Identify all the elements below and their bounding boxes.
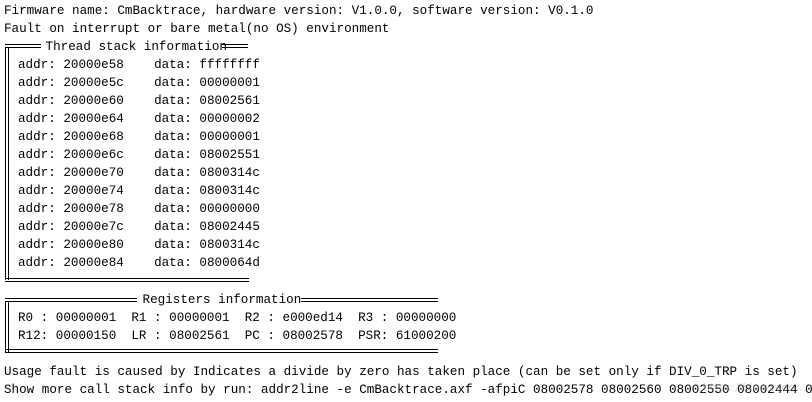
stack-row: addr: 20000e60 data: 08002561 (18, 92, 260, 110)
data-label: data: (154, 202, 192, 216)
data-label: data: (154, 256, 192, 270)
fault-environment-line: Fault on interrupt or bare metal(no OS) … (4, 22, 390, 36)
addr-label: addr: (18, 202, 56, 216)
thread-stack-rule-bottom (5, 278, 249, 282)
stack-row: addr: 20000e78 data: 00000000 (18, 200, 260, 218)
data-value: 08002445 (199, 220, 260, 234)
data-value: 0800314c (199, 238, 260, 252)
addr-label: addr: (18, 76, 56, 90)
addr-label: addr: (18, 220, 56, 234)
registers-border-left-inner (8, 302, 9, 352)
addr-value: 20000e78 (63, 202, 124, 216)
registers-border-left (5, 302, 6, 352)
addr-label: addr: (18, 112, 56, 126)
data-value: 0800314c (199, 166, 260, 180)
data-value: ffffffff (199, 58, 260, 72)
addr-label: addr: (18, 256, 56, 270)
addr-value: 20000e68 (63, 130, 124, 144)
serial-console-output: Firmware name: CmBacktrace, hardware ver… (0, 0, 812, 402)
stack-row: addr: 20000e84 data: 0800064d (18, 254, 260, 272)
blog-watermark: https://blog.csdn... (703, 381, 806, 394)
firmware-info-line: Firmware name: CmBacktrace, hardware ver… (4, 4, 594, 18)
addr-value: 20000e64 (63, 112, 124, 126)
stack-row: addr: 20000e7c data: 08002445 (18, 218, 260, 236)
stack-row: addr: 20000e70 data: 0800314c (18, 164, 260, 182)
addr-label: addr: (18, 148, 56, 162)
thread-stack-border-left-inner (8, 48, 9, 280)
call-stack-hint-line: Show more call stack info by run: addr2l… (4, 383, 812, 397)
addr-value: 20000e5c (63, 76, 124, 90)
addr-value: 20000e74 (63, 184, 124, 198)
data-value: 00000002 (199, 112, 260, 126)
data-value: 08002551 (199, 148, 260, 162)
addr-label: addr: (18, 130, 56, 144)
data-label: data: (154, 184, 192, 198)
registers-rule-bottom (5, 349, 438, 353)
addr-label: addr: (18, 238, 56, 252)
registers-title: Registers information (135, 293, 309, 307)
thread-stack-rule-right (222, 44, 248, 48)
stack-row: addr: 20000e68 data: 00000001 (18, 128, 260, 146)
addr-value: 20000e80 (63, 238, 124, 252)
data-value: 08002561 (199, 94, 260, 108)
thread-stack-rule-left (5, 44, 41, 48)
data-label: data: (154, 94, 192, 108)
addr-value: 20000e58 (63, 58, 124, 72)
data-label: data: (154, 76, 192, 90)
registers-row-1: R0 : 00000001 R1 : 00000001 R2 : e000ed1… (18, 311, 457, 325)
registers-rule-left (5, 298, 137, 302)
addr-label: addr: (18, 58, 56, 72)
registers-row-2: R12: 00000150 LR : 08002561 PC : 0800257… (18, 329, 457, 343)
data-label: data: (154, 112, 192, 126)
registers-rule-right (301, 298, 438, 302)
data-label: data: (154, 220, 192, 234)
stack-row: addr: 20000e58 data: ffffffff (18, 56, 260, 74)
addr-value: 20000e7c (63, 220, 124, 234)
addr-value: 20000e60 (63, 94, 124, 108)
addr-label: addr: (18, 166, 56, 180)
data-value: 0800064d (199, 256, 260, 270)
stack-row: addr: 20000e5c data: 00000001 (18, 74, 260, 92)
addr-label: addr: (18, 94, 56, 108)
data-value: 00000001 (199, 130, 260, 144)
data-value: 0800314c (199, 184, 260, 198)
data-label: data: (154, 58, 192, 72)
addr-value: 20000e84 (63, 256, 124, 270)
stack-row: addr: 20000e64 data: 00000002 (18, 110, 260, 128)
stack-row: addr: 20000e74 data: 0800314c (18, 182, 260, 200)
fault-cause-line: Usage fault is caused by Indicates a div… (4, 365, 798, 379)
data-value: 00000000 (199, 202, 260, 216)
data-label: data: (154, 130, 192, 144)
stack-row: addr: 20000e6c data: 08002551 (18, 146, 260, 164)
data-label: data: (154, 238, 192, 252)
stack-row: addr: 20000e80 data: 0800314c (18, 236, 260, 254)
thread-stack-title: Thread stack information (38, 40, 235, 54)
data-label: data: (154, 166, 192, 180)
addr-label: addr: (18, 184, 56, 198)
thread-stack-border-left (5, 48, 6, 280)
data-value: 00000001 (199, 76, 260, 90)
addr-value: 20000e70 (63, 166, 124, 180)
addr-value: 20000e6c (63, 148, 124, 162)
data-label: data: (154, 148, 192, 162)
